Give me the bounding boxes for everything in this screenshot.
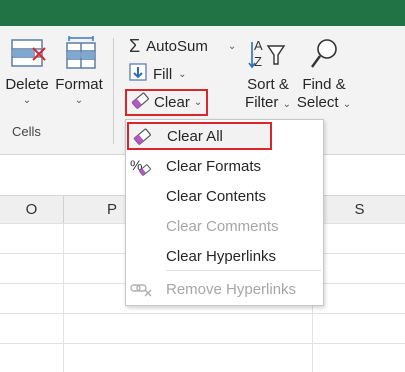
menu-item-label: Clear Formats xyxy=(166,157,262,175)
menu-item-clear-hyperlinks[interactable]: Clear Hyperlinks xyxy=(126,241,323,271)
format-cells-icon xyxy=(54,36,104,76)
clear-button[interactable]: Clear ⌄ xyxy=(125,89,208,116)
menu-item-label: Remove Hyperlinks xyxy=(166,280,297,298)
find-select-label-line2: Select xyxy=(296,94,339,111)
autosum-button[interactable]: Σ AutoSum ⌄ xyxy=(129,35,236,57)
sort-filter-label-line2: Filter xyxy=(245,94,279,111)
eraser-icon xyxy=(130,92,150,114)
menu-item-clear-contents[interactable]: Clear Contents xyxy=(126,181,323,211)
clear-label: Clear xyxy=(154,94,190,111)
chevron-down-icon: ⌄ xyxy=(178,68,187,80)
menu-item-clear-comments[interactable]: Clear Comments xyxy=(126,211,323,241)
find-select-button[interactable]: Find & Select ⌄ xyxy=(296,36,352,114)
menu-item-label: Clear All xyxy=(167,127,223,145)
percent-eraser-icon: % xyxy=(130,157,151,176)
eraser-icon xyxy=(132,128,152,146)
fill-label: Fill xyxy=(153,65,173,83)
svg-text:A: A xyxy=(254,38,263,53)
format-label: Format xyxy=(55,76,103,93)
clear-dropdown-menu: Clear All % Clear Formats Clear Contents… xyxy=(125,119,324,306)
fill-button[interactable]: Fill ⌄ xyxy=(129,63,187,85)
chevron-down-icon: ⌄ xyxy=(74,95,84,106)
delete-cells-icon xyxy=(2,36,52,76)
cells-group-label: Cells xyxy=(12,124,41,139)
menu-item-clear-formats[interactable]: % Clear Formats xyxy=(126,151,323,181)
sort-filter-button[interactable]: A Z Sort & Filter ⌄ xyxy=(243,36,293,114)
find-select-label-line1: Find & xyxy=(302,76,346,93)
magnifier-icon xyxy=(296,36,352,76)
menu-item-label: Clear Contents xyxy=(166,187,267,205)
chevron-down-icon: ⌄ xyxy=(227,40,237,52)
fill-down-icon xyxy=(129,63,147,85)
menu-item-label: Clear Comments xyxy=(166,217,279,235)
title-bar xyxy=(0,0,405,26)
menu-separator xyxy=(166,270,321,271)
column-header-o[interactable]: O xyxy=(0,196,64,223)
delete-label: Delete xyxy=(5,76,49,93)
chevron-down-icon: ⌄ xyxy=(193,97,203,108)
menu-item-label: Clear Hyperlinks xyxy=(166,247,277,265)
sigma-icon: Σ xyxy=(129,35,141,56)
autosum-label: AutoSum xyxy=(146,37,208,55)
delete-button[interactable]: Delete ⌄ xyxy=(2,36,52,106)
link-remove-icon xyxy=(130,280,152,298)
chevron-down-icon: ⌄ xyxy=(22,95,32,106)
svg-text:Z: Z xyxy=(254,54,262,69)
menu-item-remove-hyperlinks[interactable]: Remove Hyperlinks xyxy=(126,274,323,304)
column-header-s[interactable]: S xyxy=(312,196,405,223)
chevron-down-icon: ⌄ xyxy=(342,99,352,110)
menu-item-clear-all[interactable]: Clear All xyxy=(127,122,272,150)
chevron-down-icon: ⌄ xyxy=(282,99,291,110)
grid-line xyxy=(63,223,64,372)
sort-filter-label-line1: Sort & xyxy=(247,76,289,93)
group-separator xyxy=(113,38,114,144)
sort-filter-icon: A Z xyxy=(243,36,293,76)
format-button[interactable]: Format ⌄ xyxy=(54,36,104,106)
